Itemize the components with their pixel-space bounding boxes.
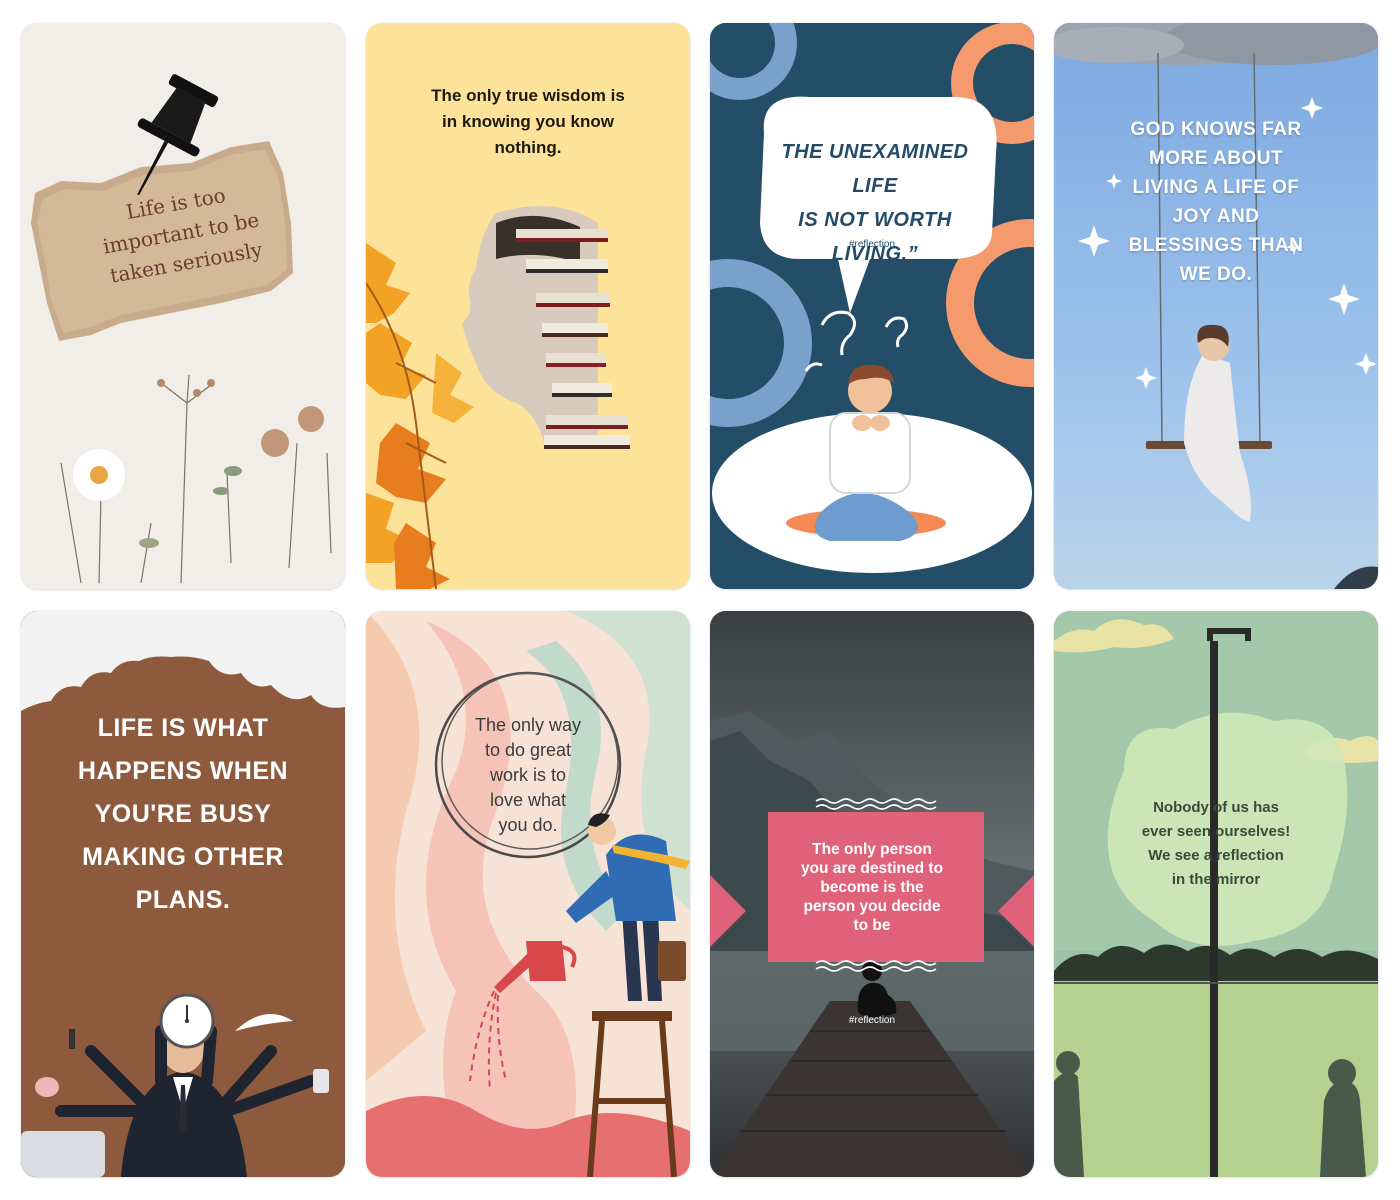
card-5-quote: LIFE IS WHAT HAPPENS WHEN YOU'RE BUSY MA… [77, 714, 289, 914]
card-4-quote: GOD KNOWS FAR MORE ABOUT LIVING A LIFE O… [1128, 119, 1304, 285]
template-card-7[interactable]: The only person you are destined to beco… [710, 611, 1034, 1177]
template-card-1[interactable]: Life is too important to be taken seriou… [21, 23, 345, 589]
template-card-2[interactable]: The only true wisdom is in knowing you k… [366, 23, 690, 589]
card-2-quote: The only true wisdom is in knowing you k… [431, 86, 625, 157]
card-6-quote: The only way to do great work is to love… [474, 715, 582, 835]
card-7-hashtag: #reflection [848, 1015, 896, 1026]
card-8-artwork [1054, 611, 1378, 1177]
card-3-artwork [710, 23, 1034, 589]
template-card-4[interactable]: GOD KNOWS FAR MORE ABOUT LIVING A LIFE O… [1054, 23, 1378, 589]
template-card-3[interactable]: THE UNEXAMINED LIFE IS NOT WORTH LIVING.… [710, 23, 1034, 589]
card-8-quote: Nobody of us has ever seen ourselves! We… [1141, 799, 1291, 888]
card-1-artwork [21, 23, 345, 589]
card-4-artwork [1054, 23, 1378, 589]
template-card-5[interactable]: LIFE IS WHAT HAPPENS WHEN YOU'RE BUSY MA… [21, 611, 345, 1177]
card-6-artwork [366, 611, 690, 1177]
template-card-6[interactable]: The only way to do great work is to love… [366, 611, 690, 1177]
card-3-hashtag: #reflection [848, 239, 896, 250]
card-7-quote: The only person you are destined to beco… [800, 841, 944, 934]
template-card-8[interactable]: Nobody of us has ever seen ourselves! We… [1054, 611, 1378, 1177]
card-3-quote: THE UNEXAMINED LIFE IS NOT WORTH LIVING.… [781, 141, 969, 265]
template-gallery-grid: Life is too important to be taken seriou… [0, 0, 1400, 1200]
